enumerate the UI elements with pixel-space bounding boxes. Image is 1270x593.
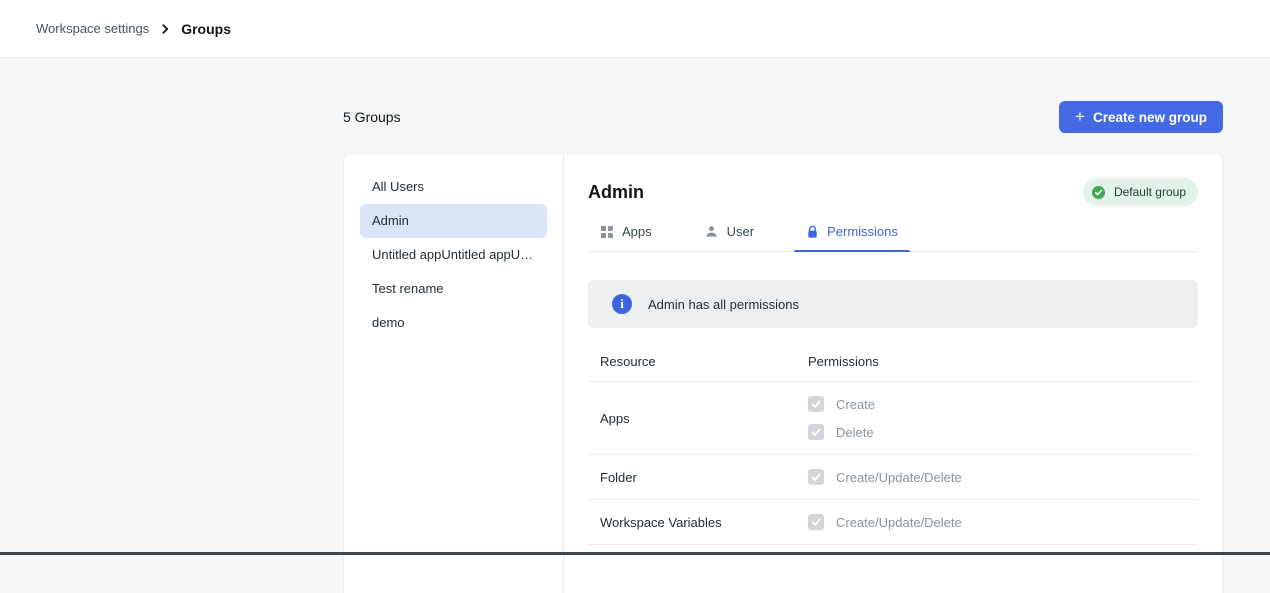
group-list-item-admin[interactable]: Admin: [360, 204, 547, 238]
tab-user[interactable]: User: [692, 224, 766, 251]
permission-apps-delete: Delete: [808, 424, 1198, 440]
user-icon: [704, 224, 719, 239]
permission-label: Create/Update/Delete: [836, 515, 962, 530]
permission-label: Create: [836, 397, 875, 412]
group-detail: Admin Default group Apps: [564, 154, 1222, 593]
tab-permissions[interactable]: Permissions: [794, 224, 910, 251]
table-row-workspace-variables: Workspace Variables Create/Update/Delete: [588, 500, 1198, 545]
permissions-table: Resource Permissions Apps Create: [588, 346, 1198, 545]
permission-label: Delete: [836, 425, 874, 440]
permission-apps-create: Create: [808, 396, 1198, 412]
permissions-table-header: Resource Permissions: [588, 346, 1198, 382]
group-title: Admin: [588, 182, 644, 203]
groups-page: 5 Groups + Create new group All Users Ad…: [343, 101, 1223, 593]
groups-toolbar: 5 Groups + Create new group: [343, 101, 1223, 133]
table-row-folder: Folder Create/Update/Delete: [588, 455, 1198, 500]
tab-permissions-label: Permissions: [827, 224, 898, 239]
tab-apps[interactable]: Apps: [588, 224, 664, 251]
permissions-info-banner: i Admin has all permissions: [588, 280, 1198, 328]
lock-icon: [806, 225, 819, 239]
tab-user-label: User: [727, 224, 754, 239]
permission-folder-cud: Create/Update/Delete: [808, 469, 1198, 485]
check-circle-icon: [1091, 185, 1106, 200]
groups-card: All Users Admin Untitled appUntitled app…: [343, 153, 1223, 593]
create-new-group-button[interactable]: + Create new group: [1059, 101, 1223, 133]
checkbox-checked-disabled-icon: [808, 469, 824, 485]
group-list-item-demo[interactable]: demo: [360, 306, 547, 340]
breadcrumb-workspace-settings[interactable]: Workspace settings: [36, 21, 149, 36]
groups-count-label: 5 Groups: [343, 109, 401, 125]
group-list: All Users Admin Untitled appUntitled app…: [344, 154, 564, 593]
group-list-item-all-users[interactable]: All Users: [360, 170, 547, 204]
permission-workspace-variables-cud: Create/Update/Delete: [808, 514, 1198, 530]
plus-icon: +: [1075, 108, 1085, 125]
default-group-badge: Default group: [1083, 178, 1198, 206]
checkbox-checked-disabled-icon: [808, 396, 824, 412]
permissions-info-text: Admin has all permissions: [648, 297, 799, 312]
group-list-item-untitled-app[interactable]: Untitled appUntitled appUntitle…: [360, 238, 547, 272]
chevron-right-icon: [159, 23, 171, 35]
permission-label: Create/Update/Delete: [836, 470, 962, 485]
apps-grid-icon: [600, 225, 614, 239]
create-new-group-label: Create new group: [1093, 110, 1207, 125]
default-group-badge-label: Default group: [1114, 185, 1186, 199]
breadcrumb: Workspace settings Groups: [36, 21, 231, 37]
resource-name: Folder: [588, 470, 808, 485]
group-detail-header: Admin Default group: [588, 178, 1198, 206]
permission-options: Create/Update/Delete: [808, 514, 1198, 530]
checkbox-checked-disabled-icon: [808, 514, 824, 530]
header-permissions: Permissions: [808, 354, 1198, 369]
info-icon: i: [612, 294, 632, 314]
breadcrumb-current-groups: Groups: [181, 21, 231, 37]
group-list-item-test-rename[interactable]: Test rename: [360, 272, 547, 306]
permission-options: Create/Update/Delete: [808, 469, 1198, 485]
resource-name: Workspace Variables: [588, 515, 808, 530]
checkbox-checked-disabled-icon: [808, 424, 824, 440]
top-header: Workspace settings Groups: [0, 0, 1270, 58]
permission-options: Create Delete: [808, 396, 1198, 440]
tab-apps-label: Apps: [622, 224, 652, 239]
header-resource: Resource: [588, 354, 808, 369]
group-tabs: Apps User Permissions: [588, 224, 1198, 252]
table-row-apps: Apps Create Delete: [588, 382, 1198, 455]
resource-name: Apps: [588, 411, 808, 426]
